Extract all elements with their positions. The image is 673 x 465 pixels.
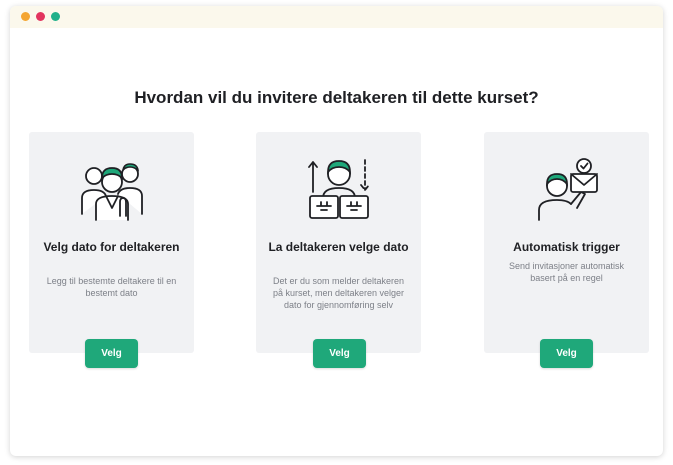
- automatic-trigger-select-button[interactable]: Velg: [540, 339, 593, 368]
- page-title: Hvordan vil du invitere deltakeren til d…: [134, 88, 539, 107]
- card-choose-date: Velg dato for deltakeren Legg til bestem…: [29, 132, 194, 353]
- card-description: Send invitasjoner automatisk basert på e…: [508, 261, 625, 283]
- window-maximize-dot[interactable]: [51, 12, 60, 21]
- card-title: La deltakeren velge dato: [268, 240, 409, 254]
- group-people-icon: [80, 163, 143, 221]
- choose-date-select-button[interactable]: Velg: [85, 339, 138, 368]
- window-titlebar: [10, 6, 663, 28]
- card-title: Automatisk trigger: [513, 240, 620, 254]
- card-description: Det er du som melder deltakeren på kurse…: [272, 276, 405, 310]
- window-close-dot[interactable]: [36, 12, 45, 21]
- card-automatic-trigger: Automatisk trigger Send invitasjoner aut…: [484, 132, 649, 353]
- card-participant-chooses: La deltakeren velge dato Det er du som m…: [256, 132, 421, 353]
- participant-chooses-select-button[interactable]: Velg: [313, 339, 366, 368]
- app-window: Hvordan vil du invitere deltakeren til d…: [10, 6, 663, 456]
- person-choosing-date-icon: [307, 159, 370, 219]
- card-title: Velg dato for deltakeren: [43, 240, 180, 254]
- card-description: Legg til bestemte deltakere til en beste…: [46, 276, 177, 298]
- window-minimize-dot[interactable]: [21, 12, 30, 21]
- person-with-mail-icon: [537, 158, 598, 221]
